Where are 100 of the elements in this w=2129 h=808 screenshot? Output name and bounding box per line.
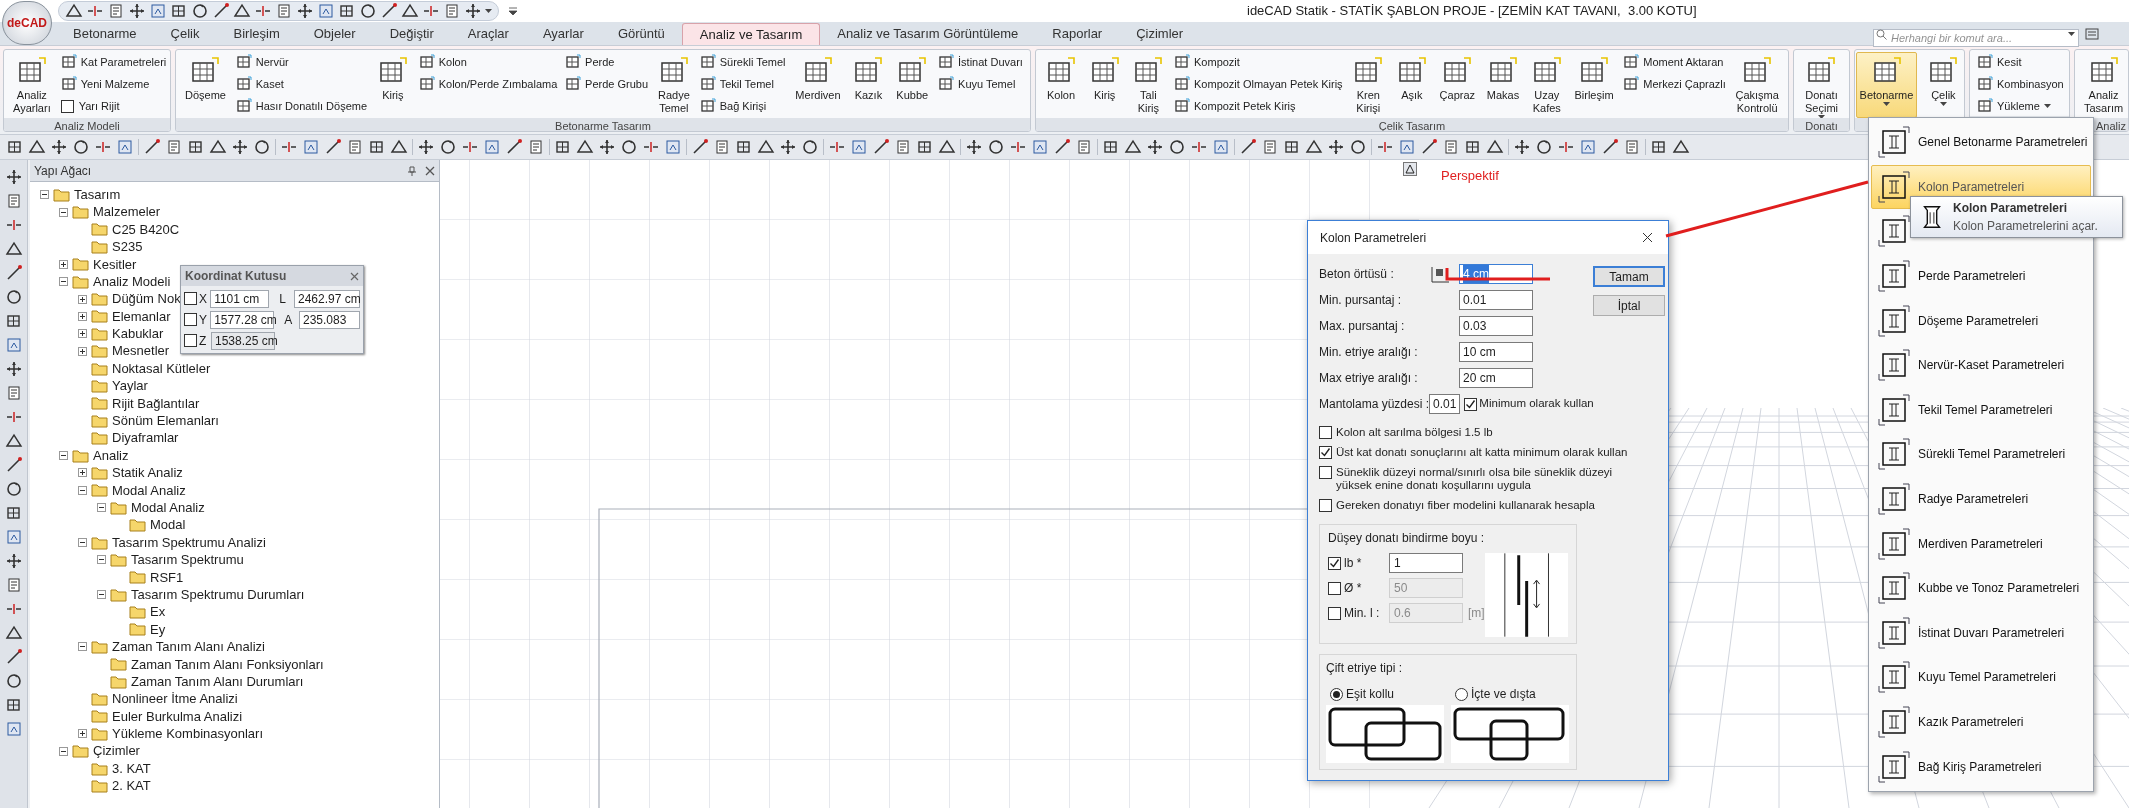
tree-item[interactable]: Zaman Tanım Alanı Analizi xyxy=(112,637,265,657)
menu-item[interactable]: Döşeme Parametreleri xyxy=(1871,298,2091,343)
collapse-toggle[interactable] xyxy=(97,590,106,600)
toolbar-icon[interactable] xyxy=(691,138,709,156)
toolbar-icon[interactable] xyxy=(4,696,23,714)
menu-item[interactable]: Merdiven Parametreleri xyxy=(1871,521,2091,566)
toolbar-icon[interactable] xyxy=(338,2,356,20)
menu-item[interactable]: Bağ Kiriş Parametreleri xyxy=(1871,744,2091,789)
toolbar-icon[interactable] xyxy=(916,138,934,156)
expand-toggle[interactable] xyxy=(78,468,87,478)
ribbon-button[interactable]: Yeni Malzeme xyxy=(58,74,169,94)
ribbon-button[interactable]: Çapraz xyxy=(1435,52,1480,118)
toolbar-icon[interactable] xyxy=(359,2,377,20)
input-field[interactable]: 0.01 xyxy=(1459,290,1533,310)
toolbar-icon[interactable] xyxy=(735,138,753,156)
tree-item[interactable]: Euler Burkulma Analizi xyxy=(112,706,243,727)
toolbar-icon[interactable] xyxy=(4,504,23,522)
collapse-toggle[interactable] xyxy=(59,746,68,756)
tree-item[interactable]: Analiz Modeli xyxy=(93,271,171,292)
input-field[interactable]: 0.01 xyxy=(1429,394,1461,414)
tree-item[interactable]: Diyaframlar xyxy=(112,428,179,448)
tree-item[interactable]: Modal Analiz xyxy=(131,498,205,518)
menu-item[interactable]: Perde Parametreleri xyxy=(1871,253,2091,299)
toolbar-icon[interactable] xyxy=(212,2,230,20)
tree-item[interactable]: Yaylar xyxy=(112,376,148,396)
toolbar-icon[interactable] xyxy=(368,138,386,156)
toolbar-icon[interactable] xyxy=(1601,138,1619,156)
ribbon-tab[interactable]: Ayarlar xyxy=(525,23,601,45)
toolbar-icon[interactable] xyxy=(4,360,23,378)
customize-icon[interactable] xyxy=(509,7,517,15)
toolbar-icon[interactable] xyxy=(4,240,23,258)
ribbon-button[interactable]: Kolon xyxy=(416,52,560,72)
ribbon-button[interactable]: Kompozit Petek Kiriş xyxy=(1172,96,1345,116)
collapse-toggle[interactable] xyxy=(78,485,87,495)
ribbon-tab[interactable]: Çelik xyxy=(153,23,217,45)
menu-item[interactable]: Nervür-Kaset Parametreleri xyxy=(1871,342,2091,388)
toolbar-icon[interactable] xyxy=(296,2,314,20)
tree-item[interactable]: Elemanlar xyxy=(112,306,171,327)
ribbon-button[interactable]: Analiz Ayarları xyxy=(9,52,55,118)
ribbon-tab[interactable]: Analiz ve Tasarım Görüntüleme xyxy=(820,23,1036,45)
radio-button[interactable] xyxy=(1455,687,1468,701)
ribbon-button[interactable]: Betonarme xyxy=(1855,52,1918,118)
tree-item[interactable]: Modal xyxy=(150,515,186,535)
expand-toggle[interactable] xyxy=(78,294,87,304)
ribbon-button[interactable]: Merkezi Çaprazlı xyxy=(1621,74,1728,94)
toolbar-icon[interactable] xyxy=(505,138,523,156)
toolbar-icon[interactable] xyxy=(4,624,23,642)
menu-item[interactable]: Kubbe ve Tonoz Parametreleri xyxy=(1871,565,2091,611)
ribbon-button[interactable]: Kuyu Temel xyxy=(936,74,1025,94)
tree-item[interactable]: Analiz xyxy=(93,445,129,466)
toolbar-icon[interactable] xyxy=(4,672,23,690)
toolbar-icon[interactable] xyxy=(233,2,251,20)
toolbar-icon[interactable] xyxy=(170,2,188,20)
toolbar-icon[interactable] xyxy=(191,2,209,20)
toolbar-icon[interactable] xyxy=(1650,138,1668,156)
tree-item[interactable]: Modal Analiz xyxy=(112,480,186,501)
expand-toggle[interactable] xyxy=(59,259,68,269)
ribbon-button[interactable]: Hasır Donatılı Döşeme xyxy=(233,96,370,116)
toolbar-icon[interactable] xyxy=(1672,138,1690,156)
toolbar-icon[interactable] xyxy=(253,138,271,156)
checkbox[interactable] xyxy=(1319,466,1332,479)
collapse-toggle[interactable] xyxy=(40,190,49,200)
ribbon-button[interactable]: Radye Temel xyxy=(653,52,694,118)
toolbar-icon[interactable] xyxy=(872,138,890,156)
toolbar-icon[interactable] xyxy=(401,2,419,20)
ribbon-button[interactable]: Kiriş xyxy=(372,52,413,118)
ribbon-button[interactable]: Aşık xyxy=(1391,52,1432,118)
ribbon-button[interactable]: Kombinasyon xyxy=(1975,74,2066,94)
dialog-button[interactable]: İptal xyxy=(1593,295,1665,316)
toolbar-icon[interactable] xyxy=(1168,138,1186,156)
toolbar-icon[interactable] xyxy=(4,480,23,498)
ribbon-button[interactable]: Nervür xyxy=(233,52,370,72)
ribbon-button[interactable]: Kompozit xyxy=(1172,52,1345,72)
toolbar-icon[interactable] xyxy=(4,288,23,306)
radio-button[interactable] xyxy=(1330,687,1343,701)
collapse-toggle[interactable] xyxy=(59,207,68,217)
toolbar-icon[interactable] xyxy=(50,138,68,156)
toolbar-icon[interactable] xyxy=(1535,138,1553,156)
toolbar-icon[interactable] xyxy=(4,552,23,570)
collapse-toggle[interactable] xyxy=(97,503,106,513)
tree-item[interactable]: Statik Analiz xyxy=(112,463,183,483)
input-field[interactable]: 1 xyxy=(1389,553,1463,573)
toolbar-icon[interactable] xyxy=(576,138,594,156)
search-field[interactable]: Herhangi bir komut ara... xyxy=(1873,29,2079,47)
triangle-icon[interactable] xyxy=(1403,162,1417,176)
ribbon-button[interactable]: Tekil Temel xyxy=(697,74,788,94)
toolbar-icon[interactable] xyxy=(554,138,572,156)
coordinate-field[interactable]: 2462.97 cm xyxy=(294,289,360,308)
input-field[interactable]: 0.03 xyxy=(1459,316,1533,336)
checkbox[interactable] xyxy=(60,99,74,113)
checkbox[interactable] xyxy=(1319,426,1332,439)
toolbar-icon[interactable] xyxy=(801,138,819,156)
tree-item[interactable]: Zaman Tanım Alanı Durumları xyxy=(131,671,304,692)
ribbon-button[interactable]: Tali Kiriş xyxy=(1128,52,1169,118)
tree-item[interactable]: Yükleme Kombinasyonları xyxy=(112,724,264,744)
tree-item[interactable]: S235 xyxy=(112,237,143,257)
pin-icon[interactable] xyxy=(407,165,417,176)
ribbon-button[interactable]: Çelik xyxy=(1923,52,1964,118)
toolbar-icon[interactable] xyxy=(143,138,161,156)
checkbox[interactable] xyxy=(1319,499,1332,512)
